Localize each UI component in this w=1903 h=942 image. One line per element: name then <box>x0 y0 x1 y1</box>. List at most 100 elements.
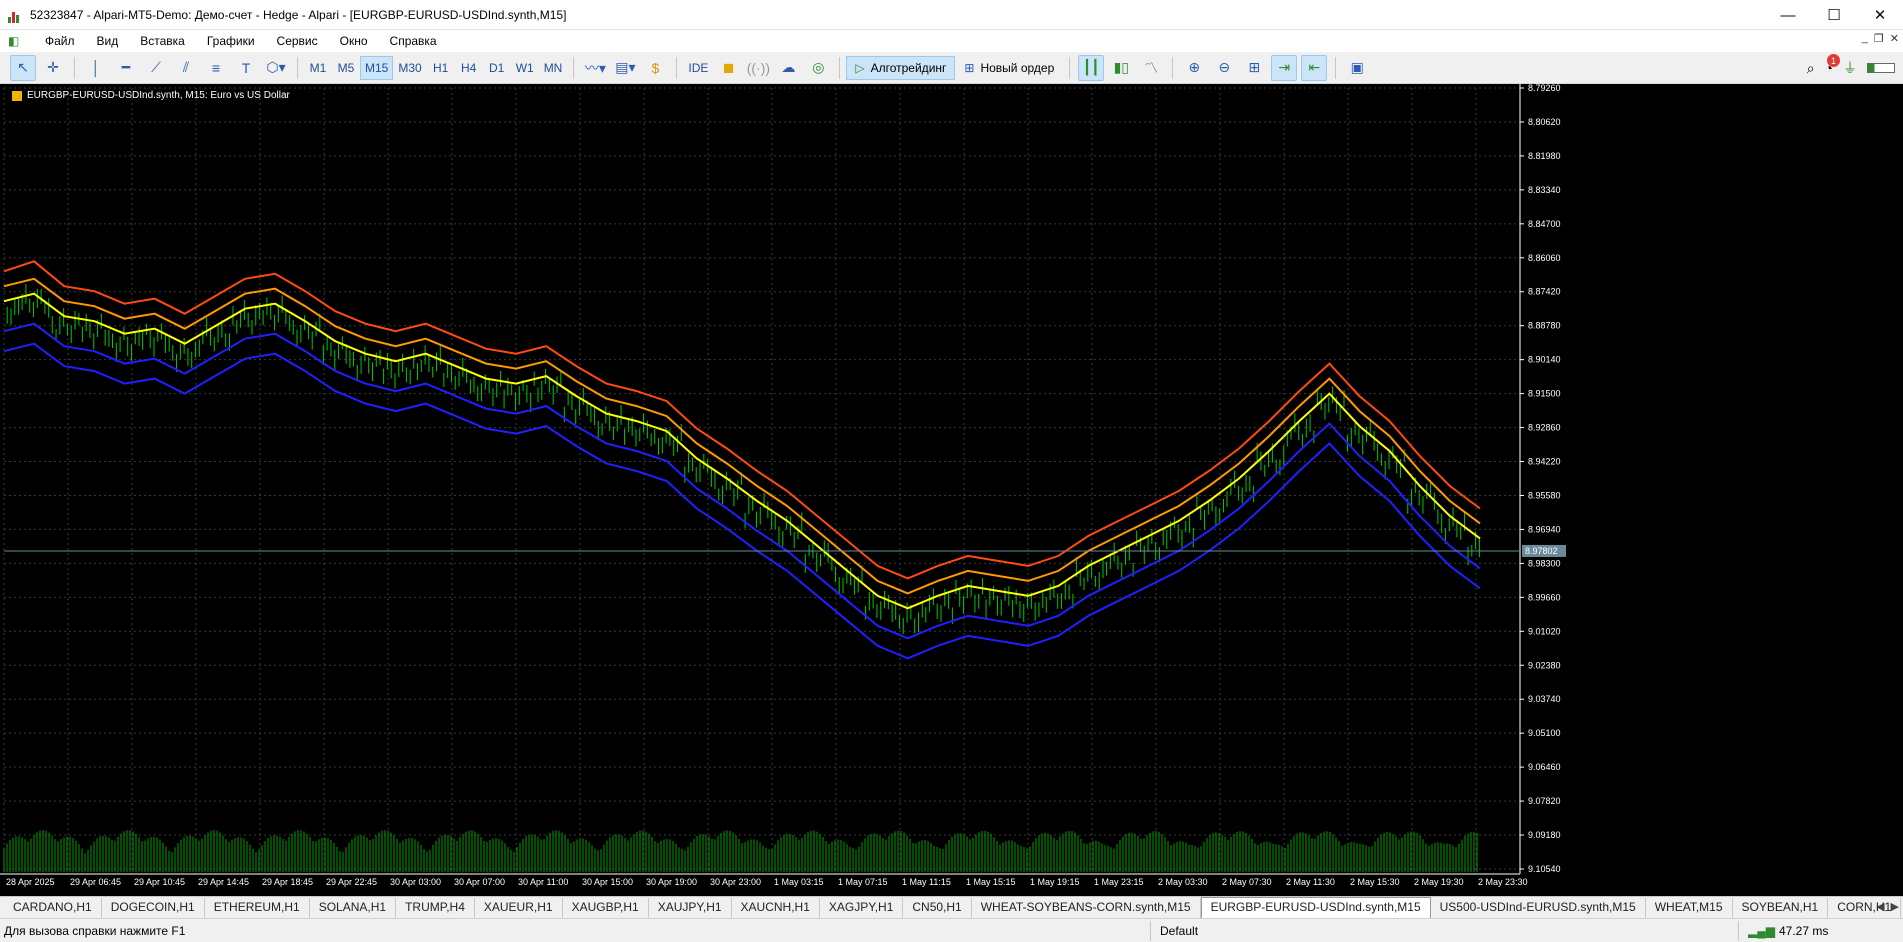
time-axis-label: 1 May 23:15 <box>1094 877 1144 887</box>
tab-wheat-soybeans-corn-synth-m15[interactable]: WHEAT-SOYBEANS-CORN.synth,M15 <box>972 898 1201 918</box>
vertical-line-icon[interactable]: │ <box>83 55 109 81</box>
fibonacci-icon[interactable]: ≡ <box>203 55 229 81</box>
timeframe-m15[interactable]: M15 <box>360 55 394 80</box>
menu-view[interactable]: Вид <box>86 30 130 52</box>
signals-icon[interactable]: ((·)) <box>745 55 771 81</box>
tab-cn50-h1[interactable]: CN50,H1 <box>903 898 972 918</box>
tab-soybean-h1[interactable]: SOYBEAN,H1 <box>1733 898 1829 918</box>
vps-cloud-icon[interactable]: ☁ <box>775 55 801 81</box>
time-axis-label: 30 Apr 23:00 <box>710 877 761 887</box>
close-button[interactable]: ✕ <box>1857 0 1903 30</box>
shapes-tool-icon[interactable]: ⬡▾ <box>263 55 289 81</box>
mdi-restore-icon[interactable]: ❐ <box>1874 32 1884 45</box>
autoscroll-icon[interactable]: ⇥ <box>1271 54 1298 81</box>
timeframe-d1[interactable]: D1 <box>483 56 511 80</box>
tab-xaujpy-h1[interactable]: XAUJPY,H1 <box>649 898 732 918</box>
new-order-button[interactable]: ⊞ Новый ордер <box>955 56 1063 80</box>
toolbar-separator <box>573 56 575 79</box>
tab-cardano-h1[interactable]: CARDANO,H1 <box>4 898 102 918</box>
candle-chart-icon[interactable]: ▮▯ <box>1108 55 1134 81</box>
text-tool-icon[interactable]: T <box>233 55 259 81</box>
time-axis-label: 30 Apr 03:00 <box>390 877 441 887</box>
shopping-bag-icon[interactable]: ◼ <box>715 55 741 81</box>
tab-xaueur-h1[interactable]: XAUEUR,H1 <box>475 898 563 918</box>
time-axis-label: 2 May 03:30 <box>1158 877 1208 887</box>
tab-xaugbp-h1[interactable]: XAUGBP,H1 <box>563 898 649 918</box>
tab-scroll-left-icon[interactable]: ◀ <box>1876 900 1884 913</box>
crosshair-tool-icon[interactable]: ✛ <box>40 55 66 81</box>
channel-icon[interactable]: ⫽ <box>173 55 199 81</box>
timeframe-mn[interactable]: MN <box>539 56 568 80</box>
timeframe-m5[interactable]: M5 <box>332 56 360 80</box>
menu-tools[interactable]: Сервис <box>266 30 329 52</box>
timeframe-h1[interactable]: H1 <box>427 56 455 80</box>
price-axis-label: 9.02380 <box>1528 660 1561 670</box>
maximize-button[interactable]: ☐ <box>1811 0 1857 30</box>
price-chart[interactable]: 8.79260 8.80620 8.81980 8.83340 8.84700 8.860… <box>0 84 1903 896</box>
timeframe-m30[interactable]: M30 <box>393 56 426 80</box>
chart-shift-icon[interactable]: ⇤ <box>1301 54 1328 81</box>
tab-us500-usdind-eurusd-synth-m15[interactable]: US500-USDInd-EURUSD.synth,M15 <box>1431 898 1646 918</box>
timeframe-w1[interactable]: W1 <box>511 56 539 80</box>
status-profile[interactable]: Default <box>1160 924 1198 938</box>
mdi-minimize-icon[interactable]: _ <box>1862 32 1868 45</box>
time-axis-label: 2 May 07:30 <box>1222 877 1272 887</box>
trendline-icon[interactable]: ⟋ <box>143 55 169 81</box>
price-axis-label: 8.88780 <box>1528 321 1561 331</box>
time-axis-label: 1 May 11:15 <box>902 877 951 887</box>
status-separator <box>1738 921 1739 941</box>
signal-strength-icon[interactable]: ⏚ <box>1843 58 1857 78</box>
screenshot-icon[interactable]: ▣ <box>1344 55 1370 81</box>
price-axis-label: 8.87420 <box>1528 287 1561 297</box>
price-axis-label: 9.03740 <box>1528 694 1561 704</box>
tab-ethereum-h1[interactable]: ETHEREUM,H1 <box>205 898 310 918</box>
menu-charts[interactable]: Графики <box>196 30 266 52</box>
indicators-icon[interactable]: 〰▾ <box>582 55 608 81</box>
tab-eurgbp-eurusd-usdind-synth-m15[interactable]: EURGBP-EURUSD-USDInd.synth,M15 <box>1200 897 1431 918</box>
tab-dogecoin-h1[interactable]: DOGECOIN,H1 <box>102 898 205 918</box>
toolbar: ↖ ✛ │ ━ ⟋ ⫽ ≡ T ⬡▾ M1 M5 M15 M30 H1 H4 D… <box>0 52 1903 84</box>
horizontal-line-icon[interactable]: ━ <box>113 55 139 81</box>
tab-solana-h1[interactable]: SOLANA,H1 <box>310 898 397 918</box>
menu-bar: ◧ Файл Вид Вставка Графики Сервис Окно С… <box>0 30 1903 52</box>
community-icon[interactable]: ◎ <box>805 55 831 81</box>
zoom-out-icon[interactable]: ⊖ <box>1211 55 1237 81</box>
menu-help[interactable]: Справка <box>379 30 448 52</box>
tab-scroll-right-icon[interactable]: ▶ <box>1891 900 1899 913</box>
time-axis-label: 1 May 07:15 <box>838 877 888 887</box>
tile-windows-icon[interactable]: ⊞ <box>1241 55 1267 81</box>
chart-window-icon[interactable]: ◧ <box>8 34 26 48</box>
price-axis-label: 8.92860 <box>1528 423 1561 433</box>
ping-value: 47.27 ms <box>1778 924 1829 938</box>
line-chart-icon[interactable]: 〽 <box>1138 55 1164 81</box>
zoom-in-icon[interactable]: ⊕ <box>1181 55 1207 81</box>
algo-trading-button[interactable]: ▷ Алготрейдинг <box>846 55 956 80</box>
time-axis-label: 29 Apr 06:45 <box>70 877 121 887</box>
notifications-icon[interactable]: ◔ 1 <box>1825 54 1840 76</box>
toolbar-right: ⌕ ◔ 1 ⏚ <box>1807 54 1895 80</box>
metatrader-window: 52323847 - Alpari-MT5-Demo: Демо-счет - … <box>0 0 1903 942</box>
tab-scroll-controls: ◀ ▶ <box>1876 900 1899 913</box>
toolbar-separator <box>1069 56 1071 79</box>
menu-file[interactable]: Файл <box>34 30 86 52</box>
chart-area[interactable]: 8.79260 8.80620 8.81980 8.83340 8.84700 8.860… <box>0 84 1903 896</box>
tab-trump-h4[interactable]: TRUMP,H4 <box>396 898 475 918</box>
tab-wheat-m15[interactable]: WHEAT,M15 <box>1646 898 1733 918</box>
toolbar-separator <box>1172 56 1174 79</box>
search-icon[interactable]: ⌕ <box>1807 60 1815 77</box>
menu-window[interactable]: Окно <box>329 30 379 52</box>
minimize-button[interactable]: — <box>1765 0 1811 30</box>
menu-insert[interactable]: Вставка <box>129 30 196 52</box>
templates-icon[interactable]: ▤▾ <box>612 55 638 81</box>
tab-xagjpy-h1[interactable]: XAGJPY,H1 <box>820 898 904 918</box>
timeframe-m1[interactable]: M1 <box>304 56 332 80</box>
cursor-tool-icon[interactable]: ↖ <box>10 54 36 81</box>
tab-xaucnh-h1[interactable]: XAUCNH,H1 <box>732 898 820 918</box>
ide-button[interactable]: IDE <box>683 56 713 80</box>
market-icon[interactable]: $ <box>642 55 668 81</box>
mdi-close-icon[interactable]: ✕ <box>1890 32 1899 45</box>
bar-chart-icon[interactable]: ┃┃ <box>1078 54 1105 81</box>
price-axis-label: 9.07820 <box>1528 796 1561 806</box>
status-connection[interactable]: ▂▄▆ 47.27 ms <box>1748 924 1828 938</box>
timeframe-h4[interactable]: H4 <box>455 56 483 80</box>
